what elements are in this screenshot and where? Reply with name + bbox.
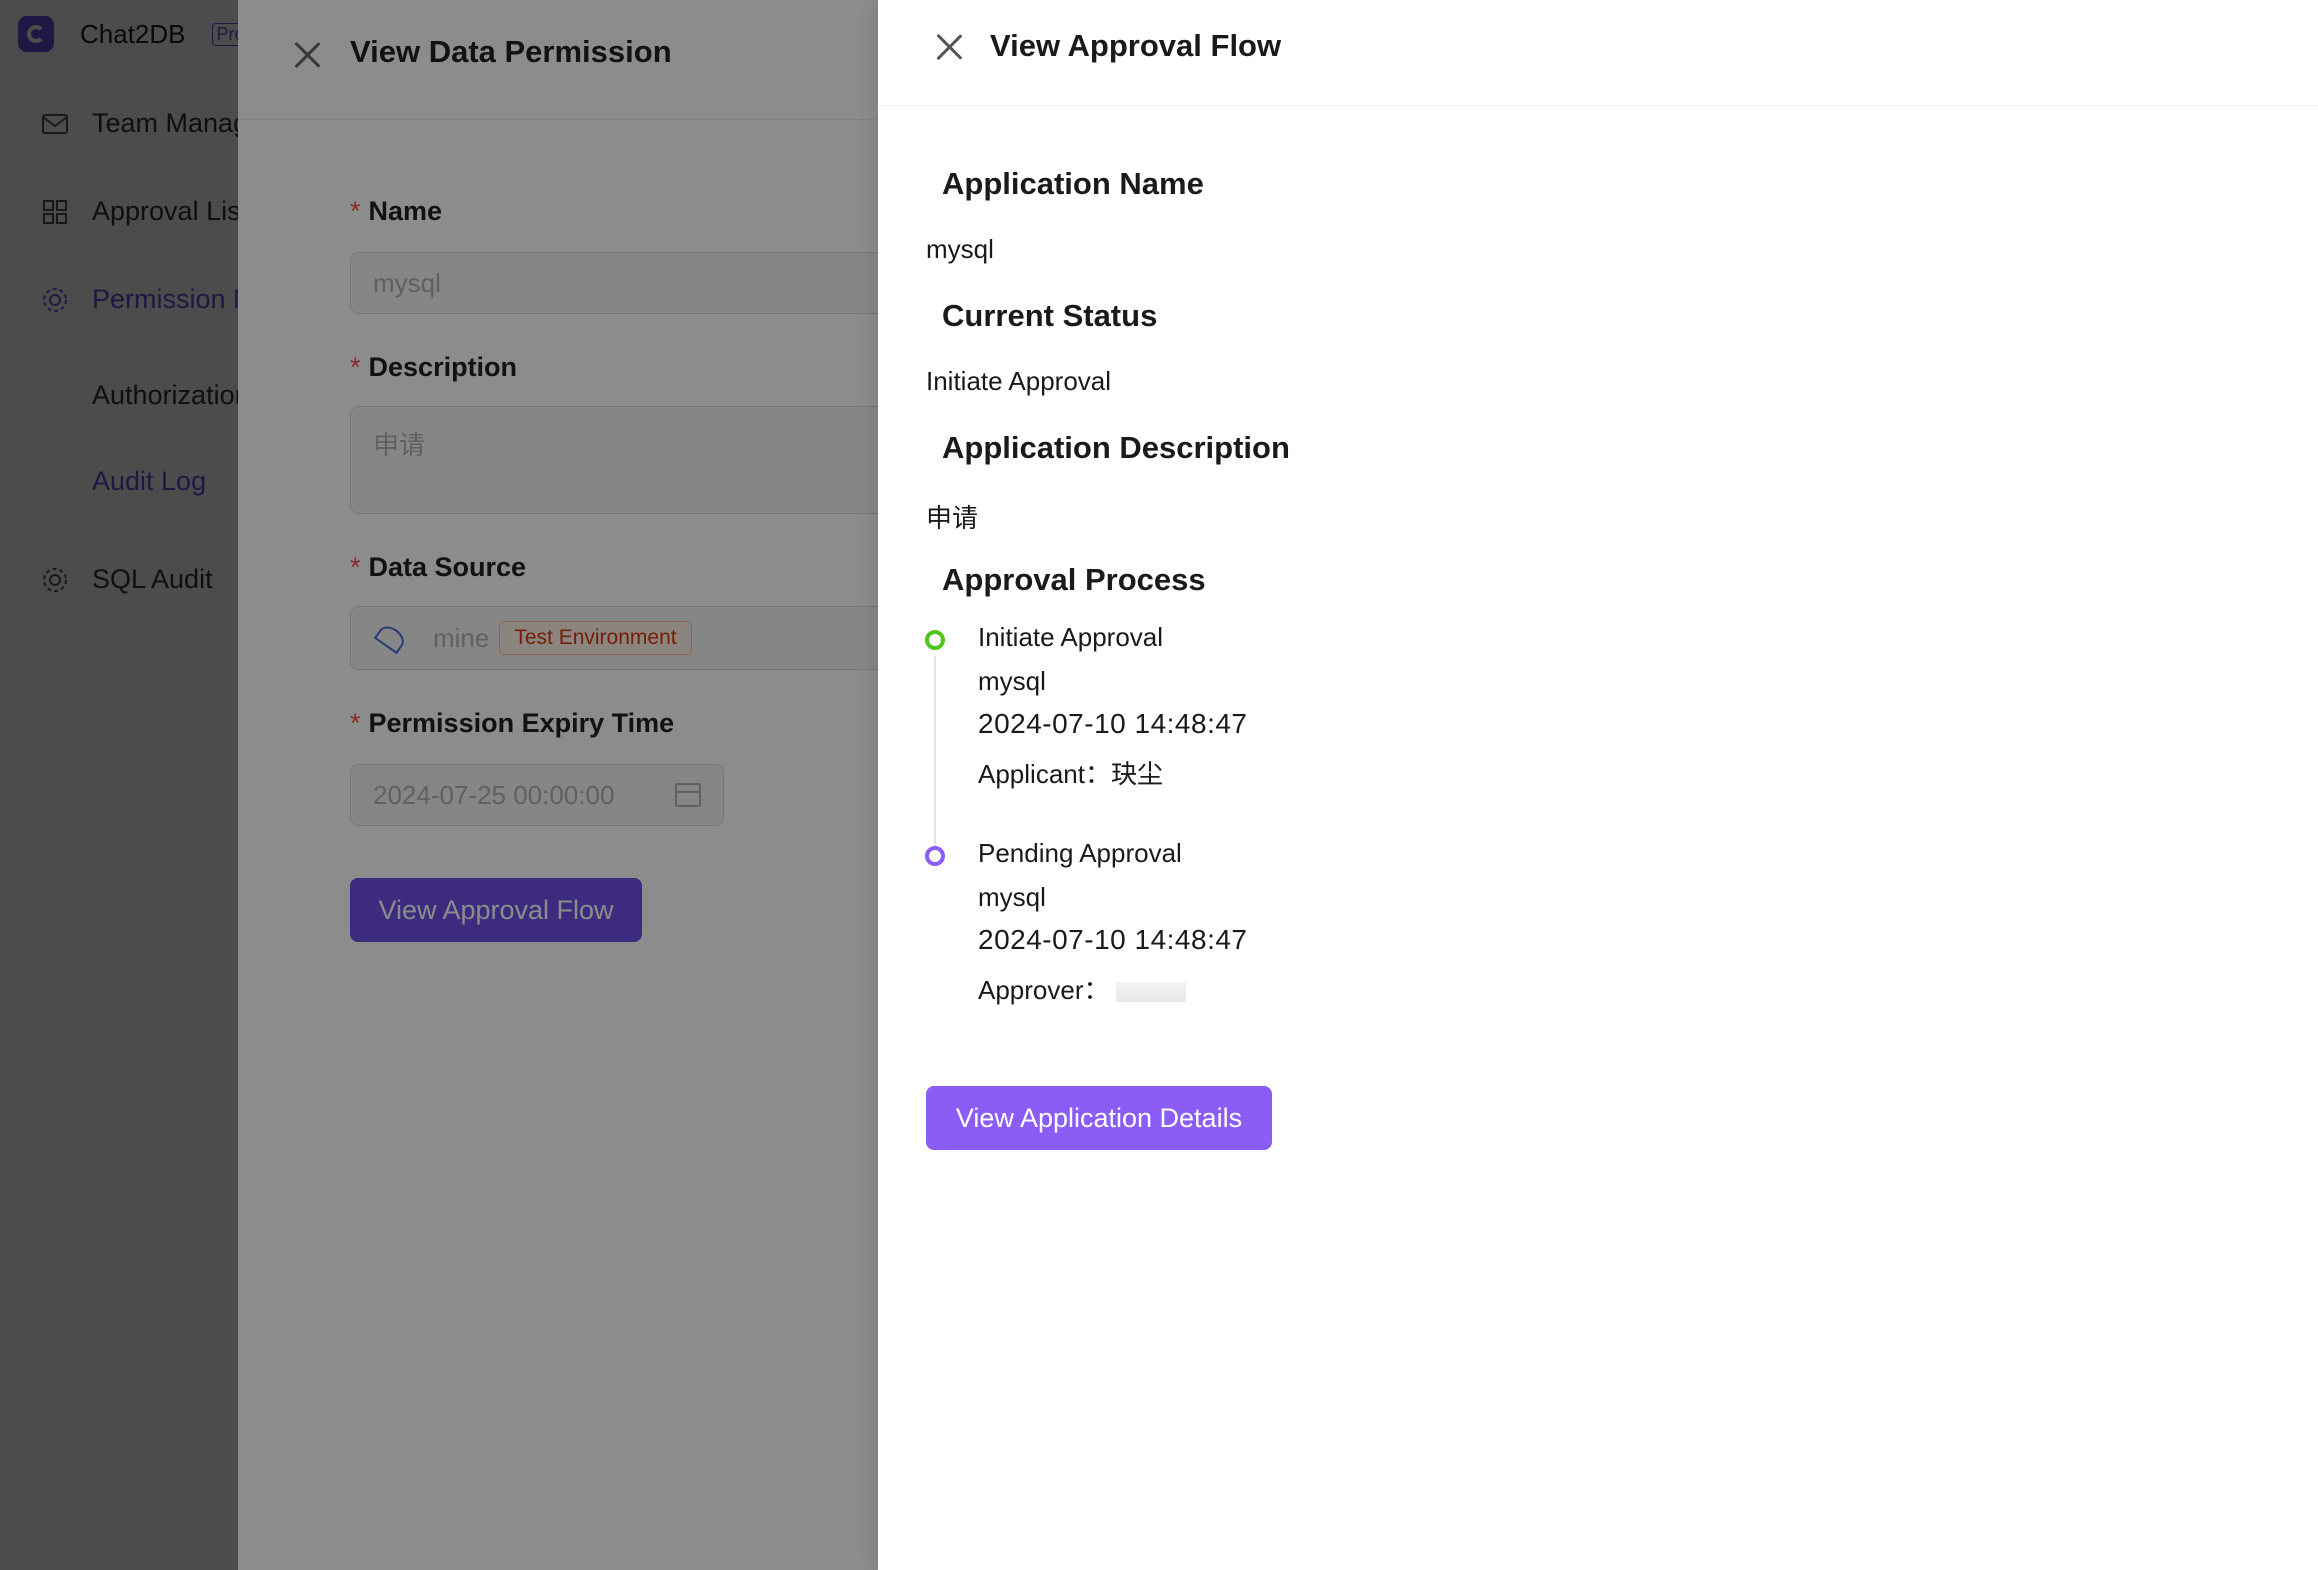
step-status: Initiate Approval [978,622,1164,652]
timeline-connector [934,656,936,846]
approval-flow-drawer: View Approval Flow Application Name mysq… [878,0,2318,1570]
step-name: mysql [978,882,1046,912]
timeline-dot-pending [925,846,945,866]
drawer-header: View Approval Flow [878,0,2318,106]
current-status-heading: Current Status [942,298,1158,333]
step-status: Pending Approval [978,838,1182,868]
view-application-details-button[interactable]: View Application Details [926,1086,1272,1150]
step-name: mysql [978,666,1046,696]
redacted-approver-name [1115,982,1186,1003]
application-description-value: 申请 [926,503,979,533]
timeline-dot-initiated [925,630,945,650]
approval-process-heading: Approval Process [942,562,1206,597]
application-description-heading: Application Description [942,430,1290,465]
step-time: 2024-07-10 14:48:47 [978,708,1248,739]
current-status-value: Initiate Approval [926,366,1112,396]
application-name-heading: Application Name [942,166,1204,201]
close-icon[interactable] [934,32,964,62]
step-applicant: Applicant：玦尘 [978,759,1163,789]
application-name-value: mysql [926,234,994,264]
drawer-title: View Approval Flow [990,28,1282,63]
step-time: 2024-07-10 14:48:47 [978,924,1248,955]
step-approver: Approver： [978,970,1186,1007]
